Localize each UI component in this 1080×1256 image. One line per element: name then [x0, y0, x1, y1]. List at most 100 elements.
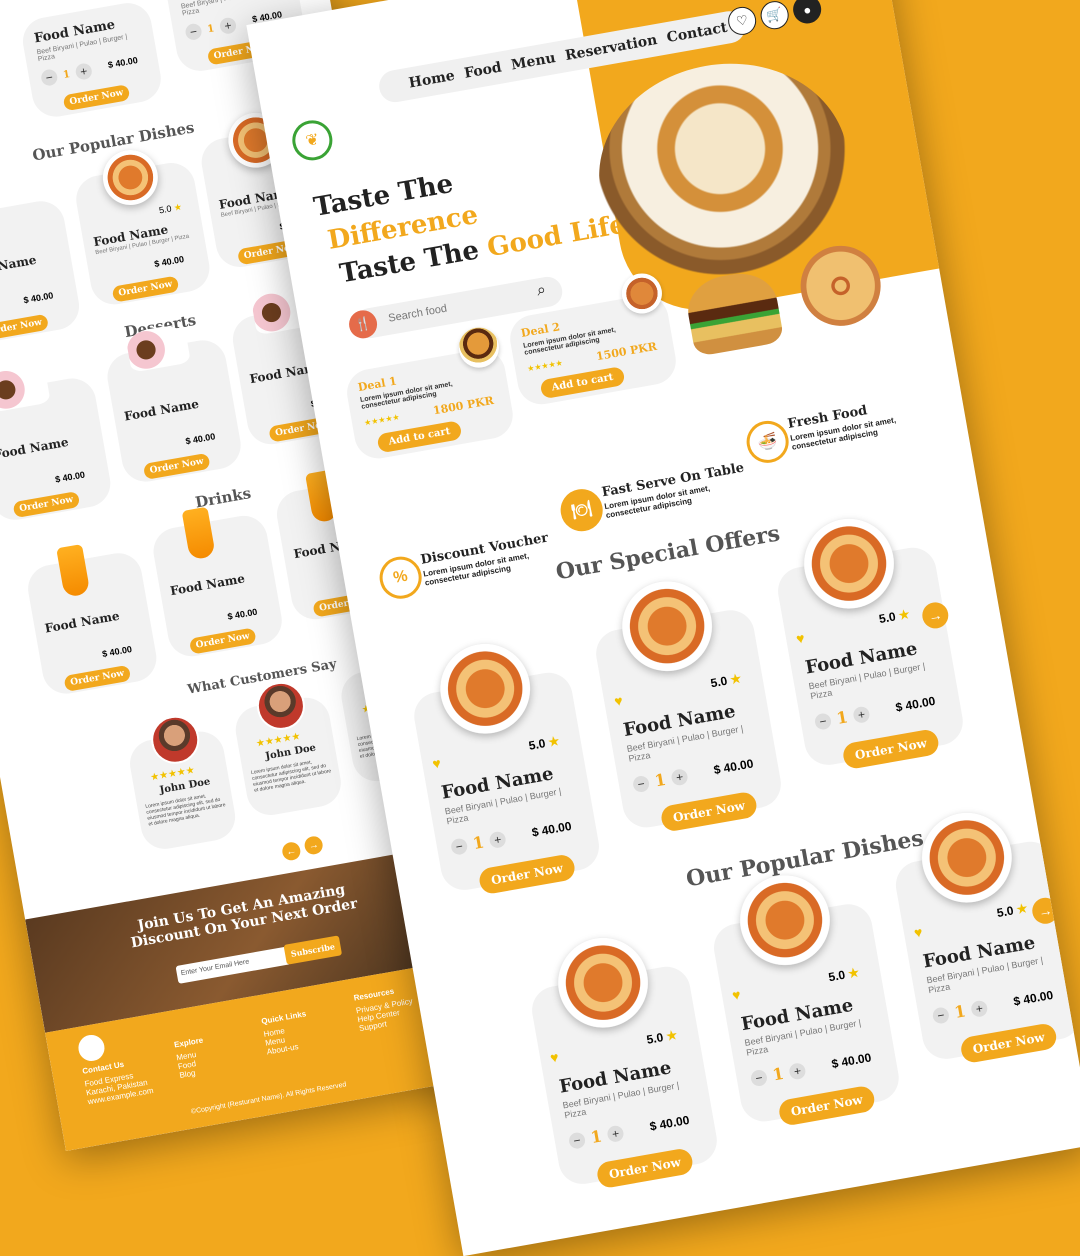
- heart-icon[interactable]: ♥: [795, 630, 806, 647]
- plus-button[interactable]: +: [74, 62, 94, 81]
- arrow-left-icon[interactable]: ←: [280, 840, 302, 862]
- footer-heading: Explore: [173, 1035, 204, 1050]
- add-to-cart-button[interactable]: Add to cart: [376, 420, 463, 454]
- food-image: [914, 805, 1019, 910]
- plus-button[interactable]: +: [218, 16, 238, 36]
- minus-button[interactable]: −: [631, 774, 651, 793]
- price: $ 40.00: [1012, 987, 1055, 1009]
- food-card: ♥ 5.0 ★ Food Name Beef Biryani | Pulao |…: [710, 868, 903, 1127]
- minus-button[interactable]: −: [184, 22, 203, 42]
- search-input[interactable]: Search food: [387, 303, 448, 325]
- copyright: ©Copyright (Resturant Name). All Rights …: [190, 1081, 347, 1116]
- plus-button[interactable]: +: [970, 998, 989, 1018]
- restaurant-icon: 🍴: [346, 308, 380, 341]
- dessert-image: [0, 362, 51, 413]
- quantity-value: 1: [206, 22, 216, 35]
- email-field[interactable]: Enter Your Email Here: [175, 946, 291, 984]
- order-now-button[interactable]: Order Now: [12, 490, 81, 519]
- order-now-button[interactable]: Order Now: [111, 275, 180, 303]
- feature-fast-serve: 🍽 Fast Serve On Table Lorem ipsum dolor …: [557, 457, 764, 535]
- heart-icon[interactable]: ♥: [731, 986, 742, 1003]
- search-icon[interactable]: ⌕: [535, 281, 547, 300]
- quantity-stepper[interactable]: − 1 +: [449, 829, 508, 857]
- rating-value: 5.0: [827, 967, 847, 985]
- quantity-value: 1: [835, 707, 850, 728]
- price: $ 40.00: [153, 254, 185, 270]
- deal-card: Deal 1 Lorem ipsum dolor sit amet, conse…: [343, 324, 517, 463]
- nav-item-home[interactable]: Home: [408, 68, 456, 92]
- food-card: ♥ 5.0 ★ Food Name Beef Biryani | Pulao |…: [528, 930, 721, 1190]
- order-now-button[interactable]: Order Now: [142, 452, 211, 480]
- quantity-value: 1: [952, 1001, 968, 1022]
- fast-serve-icon: 🍽: [557, 485, 606, 535]
- order-now-button[interactable]: Order Now: [188, 627, 257, 655]
- feature-discount: % Discount Voucher Lorem ipsum dolor sit…: [376, 524, 583, 602]
- logo-icon: [76, 1032, 107, 1064]
- food-name: Food Name: [169, 571, 246, 599]
- quantity-stepper[interactable]: − 1 +: [931, 997, 989, 1025]
- minus-button[interactable]: −: [40, 68, 59, 87]
- food-name: Food Name: [0, 252, 38, 280]
- heart-icon[interactable]: ♥: [613, 692, 624, 709]
- quantity-stepper[interactable]: − 1 +: [567, 1123, 625, 1151]
- minus-button[interactable]: −: [749, 1068, 769, 1087]
- price: $ 40.00: [712, 756, 755, 778]
- food-card: Food Name $ 40.00 Order Now: [149, 506, 286, 661]
- add-to-cart-button[interactable]: Add to cart: [539, 365, 626, 400]
- heart-icon[interactable]: ♥: [549, 1049, 560, 1066]
- quantity-stepper[interactable]: − 1 +: [749, 1060, 807, 1088]
- food-image: [433, 636, 538, 741]
- order-now-button[interactable]: Order Now: [777, 1084, 877, 1127]
- logo-icon: ❦: [289, 117, 336, 164]
- nav-item-contact[interactable]: Contact: [666, 20, 729, 46]
- minus-button[interactable]: −: [813, 711, 833, 731]
- order-now-button[interactable]: Order Now: [477, 853, 577, 896]
- order-now-button[interactable]: Order Now: [659, 790, 759, 833]
- minus-button[interactable]: −: [567, 1130, 587, 1150]
- food-image: [550, 930, 656, 1035]
- arrow-right-icon[interactable]: →: [1030, 895, 1061, 926]
- nav-item-menu[interactable]: Menu: [510, 50, 557, 74]
- quantity-stepper[interactable]: − 1 +: [631, 766, 690, 794]
- food-card: Food Name $ 40.00 Order Now: [24, 544, 161, 698]
- nav-item-food[interactable]: Food: [463, 60, 503, 82]
- plus-button[interactable]: +: [670, 767, 689, 787]
- food-card: Food Name $ 40.00 Order Now: [103, 322, 245, 486]
- drink-image: [56, 544, 91, 598]
- heart-icon[interactable]: ♥: [431, 755, 442, 772]
- order-now-button[interactable]: Order Now: [62, 84, 131, 112]
- feature-fresh-food: 🍜 Fresh Food Lorem ipsum dolor sit amet,…: [743, 388, 950, 467]
- deal-stars: ★★★★★: [363, 412, 401, 428]
- arrow-right-icon[interactable]: →: [920, 600, 951, 631]
- star-icon: ★: [665, 1027, 679, 1044]
- food-card: ♥ 5.0 ★ → Food Name Beef Biryani | Pulao…: [892, 805, 1080, 1065]
- quantity-stepper[interactable]: − 1 +: [813, 703, 871, 731]
- order-now-button[interactable]: Order Now: [63, 664, 132, 692]
- order-now-button[interactable]: Order Now: [959, 1022, 1059, 1065]
- rating: 5.0 ★: [996, 901, 1029, 920]
- minus-button[interactable]: −: [449, 836, 469, 856]
- rating-value: 5.0: [877, 609, 897, 627]
- plus-button[interactable]: +: [852, 704, 871, 724]
- quantity-stepper[interactable]: − 1 +: [184, 16, 238, 42]
- avatar: [147, 711, 204, 768]
- order-now-button[interactable]: Order Now: [0, 313, 50, 341]
- star-icon: ★: [1015, 900, 1029, 917]
- plus-button[interactable]: +: [606, 1124, 625, 1143]
- quantity-value: 1: [471, 832, 486, 854]
- heart-icon[interactable]: ♥: [913, 924, 924, 941]
- order-now-button[interactable]: Order Now: [595, 1147, 695, 1190]
- food-image: [732, 868, 838, 973]
- subscribe-button[interactable]: Subscribe: [283, 935, 343, 965]
- food-name: Food Name: [43, 608, 121, 636]
- quantity-stepper[interactable]: − 1 +: [40, 62, 94, 87]
- star-icon: ★: [729, 671, 743, 687]
- arrow-right-icon[interactable]: →: [303, 834, 325, 856]
- order-now-button[interactable]: Order Now: [841, 728, 941, 771]
- plus-button[interactable]: +: [488, 830, 507, 849]
- minus-button[interactable]: −: [931, 1005, 951, 1025]
- price: $ 40.00: [894, 693, 937, 715]
- plus-button[interactable]: +: [788, 1061, 807, 1081]
- food-card: ♥ 5.0 ★ Food Name Beef Biryani | Pulao |…: [410, 636, 603, 896]
- food-card: Food Name $ 40.00 Order Now: [0, 362, 115, 524]
